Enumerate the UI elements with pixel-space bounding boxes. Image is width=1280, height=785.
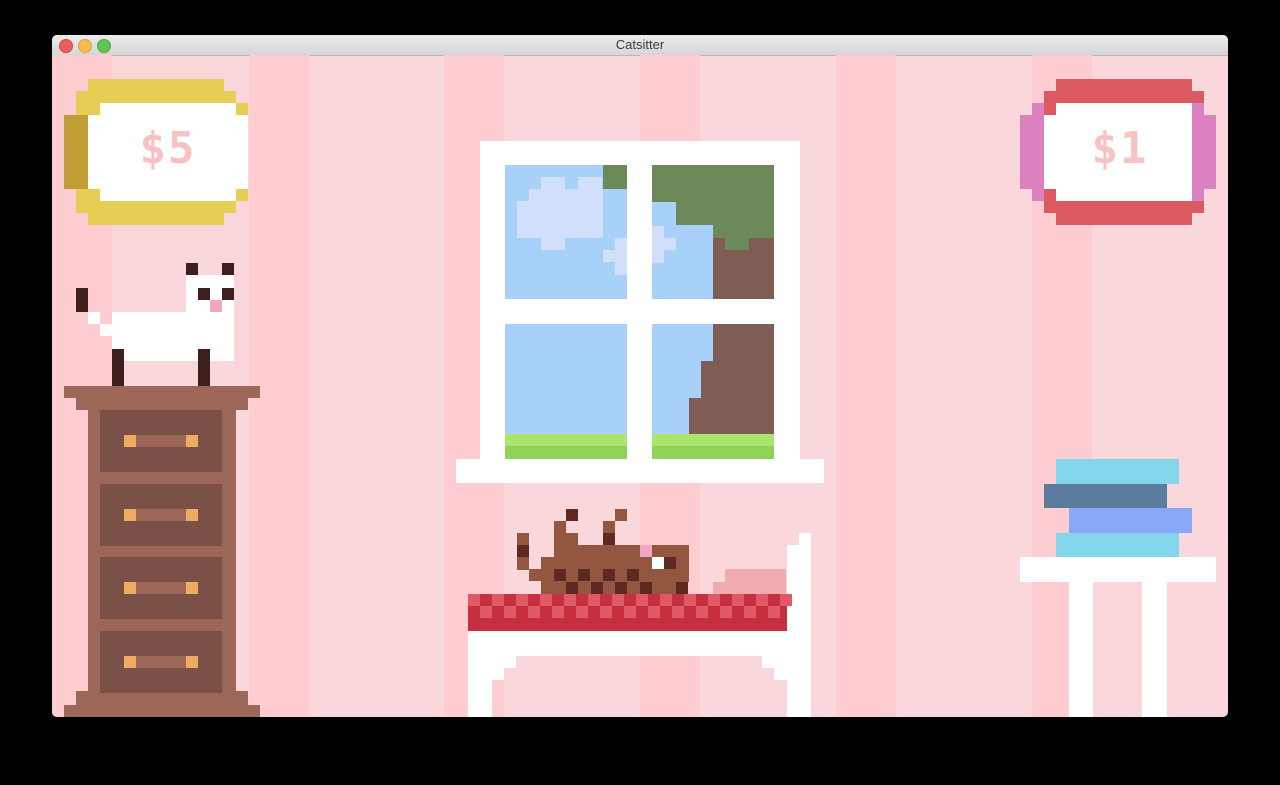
blanket-check	[492, 594, 504, 606]
bed-frame	[468, 631, 811, 656]
blanket-check	[720, 606, 732, 618]
book	[1044, 484, 1167, 508]
blanket-check	[660, 594, 672, 606]
blanket-check	[708, 594, 720, 606]
table-leg	[1069, 582, 1093, 717]
blanket-check	[768, 606, 780, 618]
title-bar: Catsitter	[52, 35, 1228, 56]
blanket-check	[528, 606, 540, 618]
book	[1069, 508, 1192, 533]
blanket-check	[624, 606, 636, 618]
blanket-check	[564, 594, 576, 606]
blanket-check	[672, 606, 684, 618]
blanket-check	[540, 594, 552, 606]
blanket-check	[468, 594, 480, 606]
table-top	[1020, 557, 1216, 582]
window-title: Catsitter	[615, 37, 665, 52]
blanket-check	[504, 606, 516, 618]
blanket-check	[756, 594, 768, 606]
blanket-check	[648, 606, 660, 618]
blanket-check-pattern	[468, 594, 792, 618]
blanket-check	[684, 594, 696, 606]
blanket-check	[744, 606, 756, 618]
blanket-check	[732, 594, 744, 606]
blanket-check	[480, 606, 492, 618]
book	[1056, 533, 1179, 557]
blanket-check	[636, 594, 648, 606]
blanket-check	[696, 606, 708, 618]
blanket-check	[576, 606, 588, 618]
blanket-check	[780, 594, 792, 606]
blanket-check	[516, 594, 528, 606]
game-window: Catsitter $5 $1	[52, 35, 1228, 717]
book	[1056, 459, 1179, 484]
game-scene: $5 $1	[52, 55, 1228, 717]
blanket-check	[552, 606, 564, 618]
table-leg	[1142, 582, 1167, 717]
blanket-check	[612, 594, 624, 606]
blanket-check	[600, 606, 612, 618]
blanket-check	[588, 594, 600, 606]
